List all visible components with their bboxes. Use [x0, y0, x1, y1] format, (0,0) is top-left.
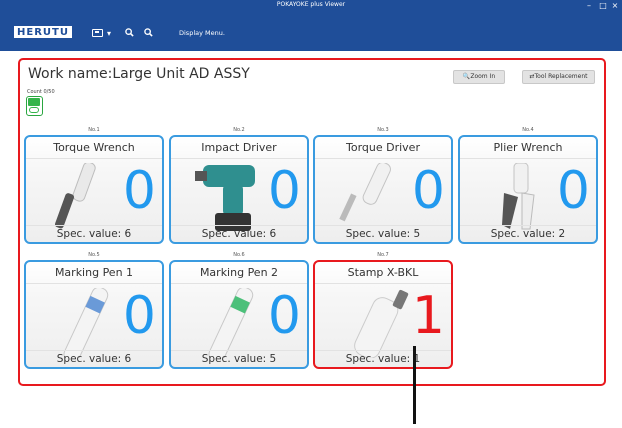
app-window: POKAYOKE plus Viewer – □ × HERUTU ▾ Disp… [0, 0, 622, 428]
tool-panel: Marking Pen 2 0 Spec. value: 5 [169, 260, 309, 369]
zoom-out-icon[interactable] [143, 28, 154, 39]
spec-value: Spec. value: 5 [201, 353, 277, 365]
divider [315, 225, 451, 226]
minimize-button[interactable]: – [582, 0, 596, 13]
chevron-down-icon[interactable]: ▾ [105, 28, 113, 39]
marking-pen-icon [208, 288, 254, 358]
tool-number: No.6 [233, 252, 245, 258]
tool-number: No.4 [522, 127, 534, 133]
divider [171, 225, 307, 226]
spec-value: Spec. value: 2 [490, 228, 566, 240]
divider [26, 350, 162, 351]
window-title: POKAYOKE plus Viewer [276, 1, 346, 8]
company-logo: HERUTU [14, 26, 72, 38]
plier-wrench-icon [502, 163, 535, 230]
mouse-pointer [413, 346, 416, 424]
divider [171, 350, 307, 351]
torque-driver-icon [339, 163, 391, 222]
usage-count: 1 [411, 286, 445, 346]
zoom-in-icon[interactable] [124, 28, 135, 39]
spec-value: Spec. value: 1 [345, 353, 421, 365]
torque-wrench-icon [54, 163, 96, 229]
tool-card-1[interactable]: No.1 Torque Wrench 0 Spec. value: 6 [24, 127, 164, 244]
tool-number: No.5 [88, 252, 100, 258]
robot-status-icon [26, 96, 43, 116]
marking-pen-icon [63, 288, 109, 358]
tool-card-6[interactable]: No.6 Marking Pen 2 0 Spec. value: 5 [169, 252, 309, 369]
tool-panel: Torque Driver 0 Spec. value: 5 [313, 135, 453, 244]
tool-card-3[interactable]: No.3 Torque Driver 0 Spec. value: 5 [313, 127, 453, 244]
tool-card-5[interactable]: No.5 Marking Pen 1 0 Spec. value: 6 [24, 252, 164, 369]
divider [315, 350, 451, 351]
tool-number: No.7 [377, 252, 389, 258]
tool-panel: Torque Wrench 0 Spec. value: 6 [24, 135, 164, 244]
title-bar: POKAYOKE plus Viewer – □ × [0, 0, 622, 13]
tool-card-7[interactable]: No.7 Stamp X-BKL 1 Spec. value: 1 [313, 252, 453, 369]
count-label: Count 0/50 [27, 89, 55, 95]
spec-value: Spec. value: 6 [56, 353, 132, 365]
monitor-icon[interactable] [92, 29, 103, 37]
usage-count: 0 [556, 161, 590, 221]
zoom-in-button[interactable]: 🔍Zoom In [453, 70, 505, 84]
impact-driver-icon [195, 165, 255, 231]
spec-value: Spec. value: 5 [345, 228, 421, 240]
tool-card-4[interactable]: No.4 Plier Wrench 0 Spec. value: 2 [458, 127, 598, 244]
work-name: Work name:Large Unit AD ASSY [28, 66, 250, 82]
usage-count: 0 [267, 286, 301, 346]
spec-value: Spec. value: 6 [56, 228, 132, 240]
usage-count: 0 [267, 161, 301, 221]
tool-number: No.2 [233, 127, 245, 133]
tool-panel: Impact Driver 0 Spec. value: 6 [169, 135, 309, 244]
divider [460, 225, 596, 226]
divider [26, 225, 162, 226]
usage-count: 0 [122, 161, 156, 221]
tool-number: No.1 [88, 127, 100, 133]
toolbar: HERUTU ▾ Display Menu. [0, 13, 622, 51]
spec-value: Spec. value: 6 [201, 228, 277, 240]
usage-count: 0 [411, 161, 445, 221]
tool-panel: Plier Wrench 0 Spec. value: 2 [458, 135, 598, 244]
logo-text: HERUTU [17, 27, 69, 38]
tool-panel: Stamp X-BKL 1 Spec. value: 1 [313, 260, 453, 369]
work-panel: Work name:Large Unit AD ASSY Count 0/50 … [18, 58, 606, 386]
tool-replacement-button[interactable]: ⇄Tool Replacement [522, 70, 595, 84]
tool-number: No.3 [377, 127, 389, 133]
tool-card-2[interactable]: No.2 Impact Driver 0 Spec. value: 6 [169, 127, 309, 244]
display-menu-button[interactable]: Display Menu. [179, 29, 225, 37]
usage-count: 0 [122, 286, 156, 346]
close-button[interactable]: × [608, 0, 622, 13]
tool-panel: Marking Pen 1 0 Spec. value: 6 [24, 260, 164, 369]
stamp-icon [354, 289, 409, 358]
